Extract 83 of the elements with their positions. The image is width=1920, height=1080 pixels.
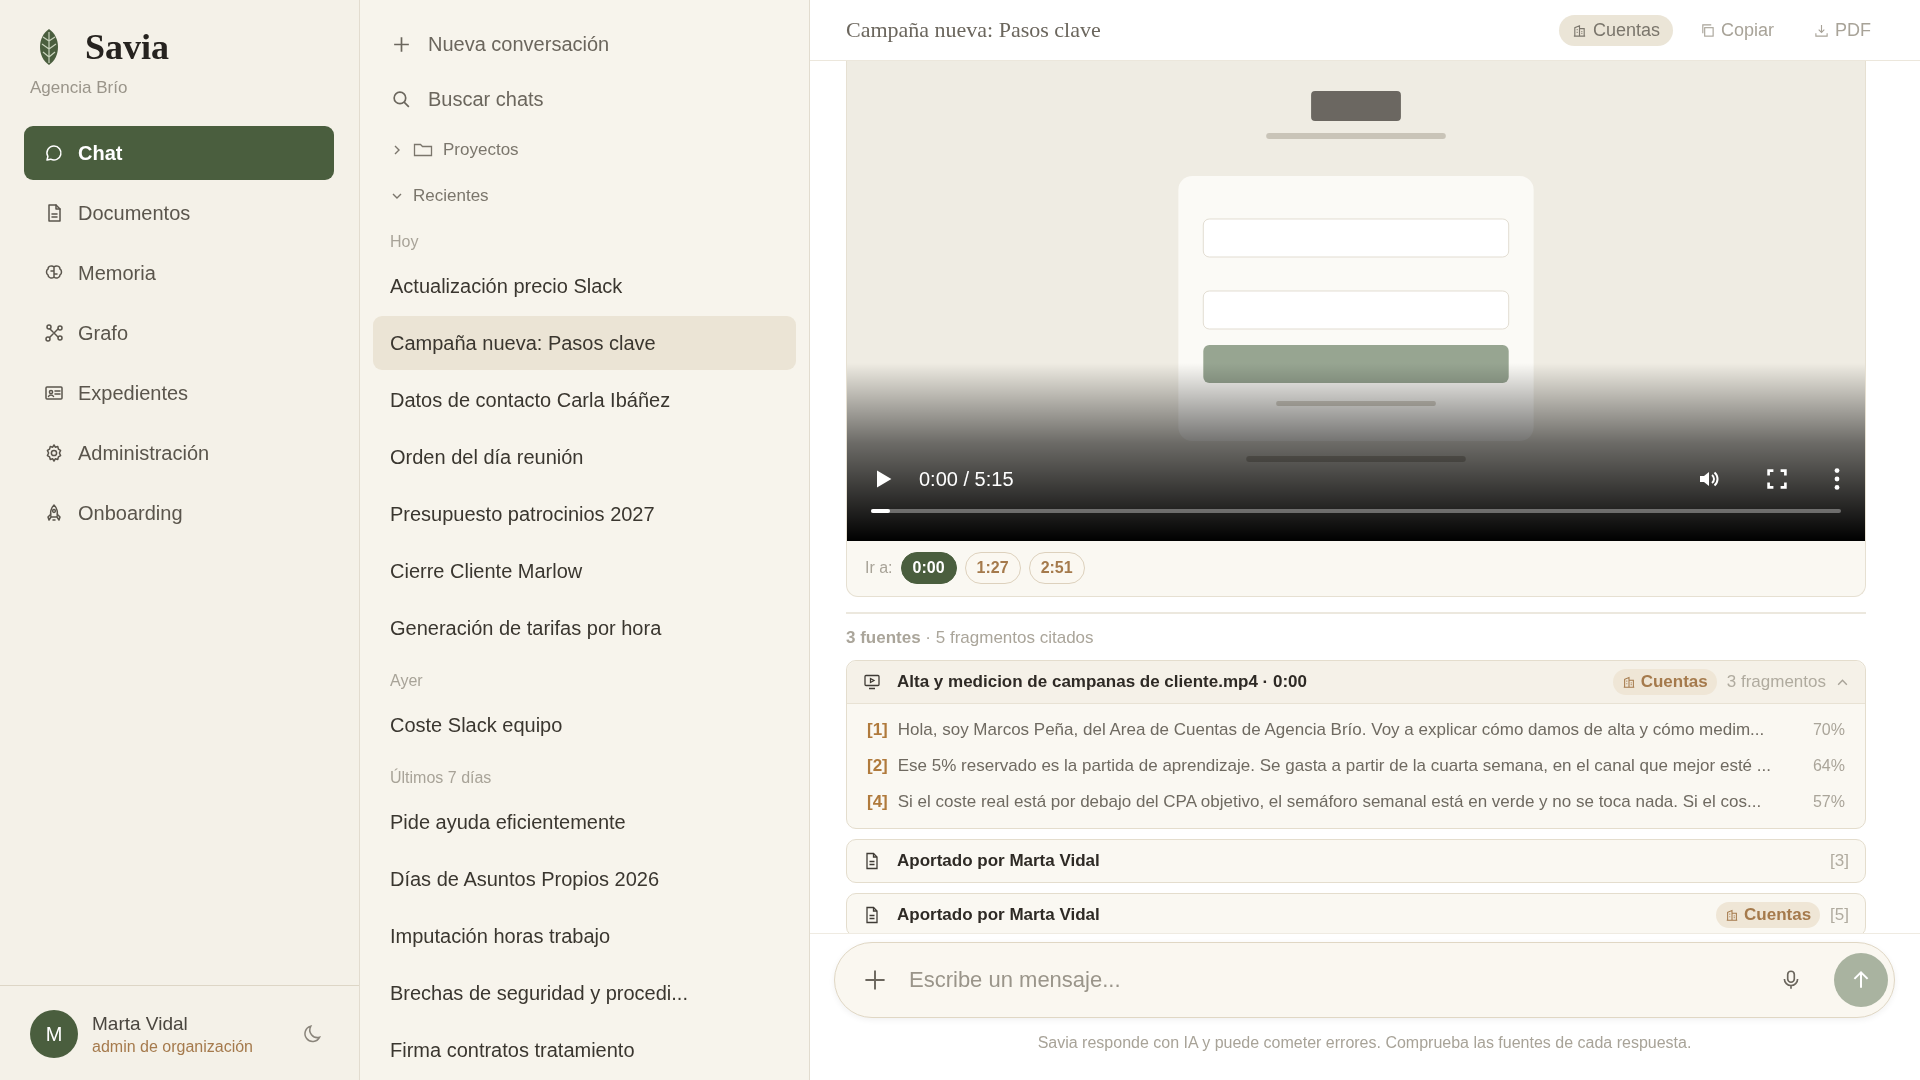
citation-number: [2] bbox=[867, 756, 888, 776]
graph-icon bbox=[44, 323, 64, 343]
conversation-item[interactable]: Datos de contacto Carla Ibáñez bbox=[373, 373, 796, 427]
conversation-item[interactable]: Generación de tarifas por hora bbox=[373, 601, 796, 655]
folder-label: Proyectos bbox=[443, 139, 519, 160]
conversation-item[interactable]: Días de Asuntos Propios 2026 bbox=[373, 852, 796, 906]
timestamp-chip[interactable]: 0:00 bbox=[900, 552, 957, 584]
fragment-text: Si el coste real está por debajo del CPA objetivo, el semáforo semanal está en verde y no se toca nada. Si el cos... bbox=[897, 792, 1762, 812]
new-chat-button[interactable]: Nueva conversación bbox=[373, 17, 796, 72]
conversation-item[interactable]: Presupuesto patrocinios 2027 bbox=[373, 487, 796, 541]
nav-item[interactable]: Chat bbox=[24, 126, 334, 180]
building-icon bbox=[1725, 908, 1739, 922]
nav-item[interactable]: Documentos bbox=[24, 186, 334, 240]
folder-icon bbox=[413, 141, 433, 158]
nav-item[interactable]: Administración bbox=[24, 426, 334, 480]
user-name: Marta Vidal bbox=[92, 1012, 189, 1035]
chat-bubble-icon bbox=[44, 143, 64, 163]
relevance-score: 70% bbox=[1812, 721, 1845, 739]
timestamp-chip[interactable]: 2:51 bbox=[1028, 552, 1085, 584]
source-title: Aportado por Marta Vidal bbox=[897, 905, 1100, 925]
fragment-text: Hola, soy Marcos Peña, del Area de Cuentas de Agencia Brío. Voy a explicar cómo damos de alta y cómo medim... bbox=[897, 720, 1765, 740]
user-role: admin de organización bbox=[92, 1037, 254, 1056]
group-heading: Hoy bbox=[389, 232, 420, 252]
folder-label: Recientes bbox=[413, 185, 489, 206]
conversation-item[interactable]: Coste Slack equipo bbox=[373, 698, 796, 752]
source-card[interactable] bbox=[846, 660, 1866, 829]
nav-item[interactable]: Onboarding bbox=[24, 486, 334, 540]
fragment-text: Ese 5% reservado es la partida de aprendizaje. Se gasta a partir de la cuarta semana, en el canal que mejor esté ... bbox=[897, 756, 1771, 776]
citation-number: [4] bbox=[867, 792, 888, 812]
settings-icon bbox=[44, 443, 64, 463]
organization-name: Agencia Brío bbox=[29, 77, 129, 98]
brand-name: Savia bbox=[85, 26, 170, 68]
nav-item[interactable]: Expedientes bbox=[24, 366, 334, 420]
citation-ref: [5] bbox=[1830, 905, 1849, 925]
relevance-score: 57% bbox=[1812, 793, 1845, 811]
folder-toggle[interactable]: Proyectos bbox=[373, 126, 796, 173]
video-time: 0:00 / 5:15 bbox=[919, 467, 1014, 491]
source-card[interactable]: Aportado por Marta Vidal [3] bbox=[846, 839, 1866, 883]
conversation-item[interactable]: Pide ayuda eficientemente bbox=[373, 795, 796, 849]
conversation-item[interactable]: Imputación horas trabajo bbox=[373, 909, 796, 963]
download-icon bbox=[1814, 22, 1829, 38]
rocket-icon bbox=[44, 503, 64, 523]
conversation-title: Campaña nueva: Pasos clave bbox=[846, 17, 1102, 43]
search-chats-button[interactable]: Buscar chats bbox=[373, 71, 796, 127]
plus-icon[interactable] bbox=[863, 968, 887, 992]
building-icon bbox=[1621, 675, 1636, 689]
group-heading: Últimos 7 días bbox=[389, 767, 493, 788]
disclaimer: Savia responde con IA y puede cometer errores. Comprueba las fuentes de cada respuesta. bbox=[1037, 1034, 1692, 1052]
fragment-count: 3 fragmentos bbox=[1726, 672, 1826, 692]
user-avatar[interactable]: M bbox=[30, 1010, 78, 1058]
nav-item[interactable]: Grafo bbox=[24, 306, 334, 360]
tag-label: Cuentas bbox=[1744, 905, 1812, 925]
search-icon bbox=[391, 88, 412, 110]
copy-icon bbox=[1699, 22, 1715, 38]
collection-tag[interactable]: Cuentas bbox=[1558, 14, 1673, 46]
nav-item[interactable]: Memoria bbox=[24, 246, 334, 300]
document-icon bbox=[863, 852, 881, 870]
id-card-icon bbox=[44, 383, 64, 403]
citation-number: [1] bbox=[867, 720, 888, 740]
conversation-item[interactable]: Campaña nueva: Pasos clave bbox=[373, 316, 796, 370]
document-icon bbox=[863, 906, 881, 924]
more-options-icon[interactable] bbox=[1833, 467, 1841, 491]
tag-label: Cuentas bbox=[1640, 672, 1708, 692]
source-title: Aportado por Marta Vidal bbox=[897, 851, 1100, 871]
citation-ref: [3] bbox=[1830, 851, 1849, 871]
video-file-icon bbox=[863, 673, 881, 691]
fullscreen-icon[interactable] bbox=[1765, 467, 1789, 491]
group-heading: Ayer bbox=[389, 671, 424, 691]
folder-toggle[interactable]: Recientes bbox=[373, 172, 796, 219]
conversation-item[interactable]: Actualización precio Slack bbox=[373, 259, 796, 313]
conversation-item[interactable]: Cierre Cliente Marlow bbox=[373, 544, 796, 598]
message-composer[interactable]: Escribe un mensaje... bbox=[834, 942, 1895, 1018]
source-title: Alta y medicion de campanas de cliente.mp4 · 0:00 bbox=[897, 672, 1308, 692]
timestamp-chip[interactable]: 1:27 bbox=[964, 552, 1021, 584]
source-card[interactable]: Aportado por Marta Vidal Cuentas [5] bbox=[846, 893, 1866, 933]
conversation-item[interactable]: Orden del día reunión bbox=[373, 430, 796, 484]
conversation-item[interactable]: Firma contratos tratamiento bbox=[373, 1023, 796, 1077]
building-icon bbox=[1571, 22, 1587, 38]
relevance-score: 64% bbox=[1812, 757, 1845, 775]
conversation-item[interactable]: Brechas de seguridad y procedi... bbox=[373, 966, 796, 1020]
jump-label: Ir a: bbox=[865, 559, 893, 577]
sources-summary: 3 fuentes · 5 fragmentos citados bbox=[846, 628, 1095, 648]
message-field[interactable]: Escribe un mensaje... bbox=[907, 966, 1760, 994]
